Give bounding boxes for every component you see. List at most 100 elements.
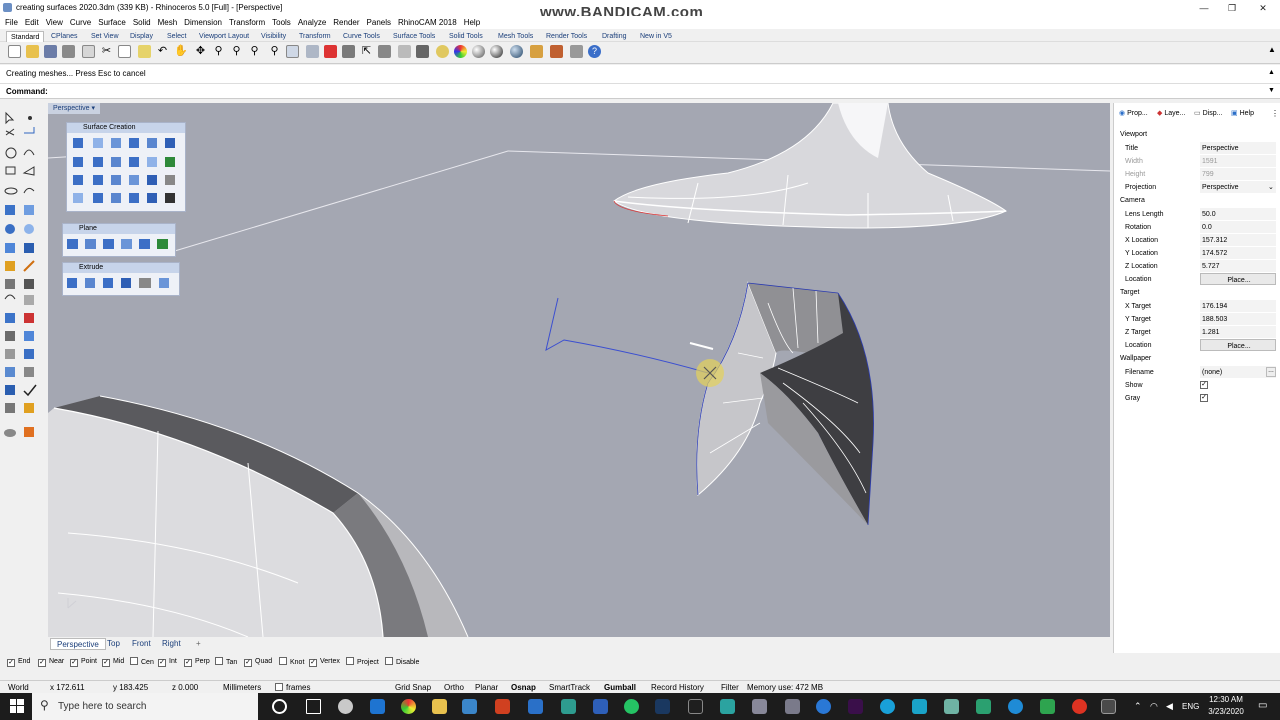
osnap-near-checkbox[interactable]: ✓: [38, 659, 46, 667]
osnap-knot[interactable]: Knot: [279, 657, 304, 668]
tab-display[interactable]: Display: [126, 31, 157, 42]
tab-surface-tools[interactable]: Surface Tools: [389, 31, 439, 42]
tool-palette-icons[interactable]: [0, 103, 48, 443]
menu-help[interactable]: Help: [464, 16, 480, 29]
office-icon[interactable]: [495, 699, 510, 714]
osnap-disable-checkbox[interactable]: [385, 657, 393, 665]
whatsapp-icon[interactable]: [624, 699, 639, 714]
unreal-icon[interactable]: [688, 699, 703, 714]
osnap-knot-checkbox[interactable]: [279, 657, 287, 665]
pan-hand-icon[interactable]: ✋: [174, 45, 188, 58]
options-icon[interactable]: [570, 45, 583, 58]
app-icon-2[interactable]: [816, 699, 831, 714]
scroll-up-icon[interactable]: ▲: [1268, 69, 1275, 76]
chrome-icon[interactable]: [401, 699, 416, 714]
status-layer[interactable]: frames: [275, 682, 310, 693]
menu-solid[interactable]: Solid: [133, 16, 151, 29]
tab-right[interactable]: Right: [156, 638, 187, 650]
material-icon[interactable]: [530, 45, 543, 58]
rotation-field[interactable]: 0.0: [1200, 221, 1276, 233]
viewport-title[interactable]: Perspective ▾: [48, 103, 101, 114]
select-arrow-icon[interactable]: ⇱: [360, 45, 373, 58]
filename-field[interactable]: (none): [1200, 366, 1276, 378]
copy-icon[interactable]: [118, 45, 131, 58]
status-cplane[interactable]: World: [8, 682, 29, 693]
help-icon[interactable]: ?: [588, 45, 601, 58]
osnap-mid-checkbox[interactable]: ✓: [102, 659, 110, 667]
toggle-smarttrack[interactable]: SmartTrack: [549, 682, 590, 693]
osnap-end[interactable]: ✓ End: [7, 657, 30, 667]
app-icon-4[interactable]: [912, 699, 927, 714]
lens-length-field[interactable]: 50.0: [1200, 208, 1276, 220]
menu-tools[interactable]: Tools: [272, 16, 291, 29]
toggle-record-history[interactable]: Record History: [651, 682, 704, 693]
z-location-field[interactable]: 5.727: [1200, 260, 1276, 272]
wifi-icon[interactable]: ◠: [1150, 701, 1158, 712]
bandicam-record-icon[interactable]: [1072, 699, 1087, 714]
command-line[interactable]: Command: ▼: [0, 84, 1280, 99]
tab-viewport-layout[interactable]: Viewport Layout: [195, 31, 253, 42]
tab-curve-tools[interactable]: Curve Tools: [339, 31, 384, 42]
app-icon-5[interactable]: [944, 699, 959, 714]
edge-icon[interactable]: [370, 699, 385, 714]
browse-button[interactable]: …: [1266, 367, 1276, 377]
x-location-field[interactable]: 157.312: [1200, 234, 1276, 246]
tray-chevron-icon[interactable]: ⌃: [1134, 701, 1142, 712]
photoshop-icon[interactable]: [655, 699, 670, 714]
osnap-quad-checkbox[interactable]: ✓: [244, 659, 252, 667]
undo-icon[interactable]: ↶: [156, 45, 169, 58]
scroll-arrow-icon[interactable]: ▲: [1268, 45, 1276, 54]
tab-solid-tools[interactable]: Solid Tools: [445, 31, 487, 42]
gray-checkbox[interactable]: ✓: [1200, 394, 1208, 402]
scroll-down-icon[interactable]: ▼: [1268, 87, 1275, 94]
target-place-button[interactable]: Place...: [1200, 339, 1276, 351]
open-folder-icon[interactable]: [26, 45, 39, 58]
paste-icon[interactable]: [138, 45, 151, 58]
windows-start-icon[interactable]: [10, 699, 24, 713]
app-icon-6[interactable]: [976, 699, 991, 714]
sun-icon[interactable]: [550, 45, 563, 58]
osnap-point[interactable]: ✓ Point: [70, 657, 97, 667]
camera-place-button[interactable]: Place...: [1200, 273, 1276, 285]
color-wheel-icon[interactable]: [454, 45, 467, 58]
projection-select[interactable]: Perspective: [1200, 181, 1276, 193]
zoom-extents-icon[interactable]: ⚲: [248, 45, 261, 58]
panel-menu-icon[interactable]: ⋮: [1271, 108, 1279, 120]
osnap-int[interactable]: ✓ Int: [158, 657, 177, 667]
language-indicator[interactable]: ENG: [1182, 702, 1199, 711]
osnap-end-checkbox[interactable]: ✓: [7, 659, 15, 667]
sketchup-icon[interactable]: [561, 699, 576, 714]
perspective-viewport[interactable]: Perspective ▾ Surface Creation Plane Ext…: [48, 103, 1110, 637]
tab-visibility[interactable]: Visibility: [257, 31, 290, 42]
osnap-cen-checkbox[interactable]: [130, 657, 138, 665]
extrude-buttons[interactable]: [63, 273, 179, 295]
app-icon-8[interactable]: [1040, 699, 1055, 714]
tab-transform[interactable]: Transform: [295, 31, 335, 42]
menu-surface[interactable]: Surface: [98, 16, 126, 29]
render-icon[interactable]: [510, 45, 523, 58]
tab-display-panel[interactable]: ▭ Disp...: [1194, 108, 1222, 120]
light-bulb-icon[interactable]: [436, 45, 449, 58]
toggle-grid-snap[interactable]: Grid Snap: [395, 682, 431, 693]
cut-icon[interactable]: ✂: [100, 45, 113, 58]
osnap-perp-checkbox[interactable]: ✓: [184, 659, 192, 667]
osnap-tan-checkbox[interactable]: [215, 657, 223, 665]
app-icon-1[interactable]: [338, 699, 353, 714]
zoom-icon[interactable]: ⚲: [212, 45, 225, 58]
tab-drafting[interactable]: Drafting: [598, 31, 631, 42]
dropdown-arrow-icon[interactable]: ⌄: [1268, 181, 1274, 194]
viewport-layout-icon[interactable]: [286, 45, 299, 58]
menu-view[interactable]: View: [46, 16, 63, 29]
plane-title[interactable]: Plane: [63, 224, 175, 234]
notification-icon[interactable]: ▭: [1258, 700, 1267, 711]
tab-front[interactable]: Front: [126, 638, 157, 650]
mail-icon[interactable]: [528, 699, 543, 714]
lock-icon[interactable]: [416, 45, 429, 58]
osnap-disable[interactable]: Disable: [385, 657, 419, 668]
zoom-selected-icon[interactable]: ⚲: [268, 45, 281, 58]
tab-properties[interactable]: ◉ Prop...: [1119, 108, 1148, 120]
tab-render-tools[interactable]: Render Tools: [542, 31, 591, 42]
osnap-near[interactable]: ✓ Near: [38, 657, 64, 667]
menu-render[interactable]: Render: [333, 16, 359, 29]
show-checkbox[interactable]: ✓: [1200, 381, 1208, 389]
